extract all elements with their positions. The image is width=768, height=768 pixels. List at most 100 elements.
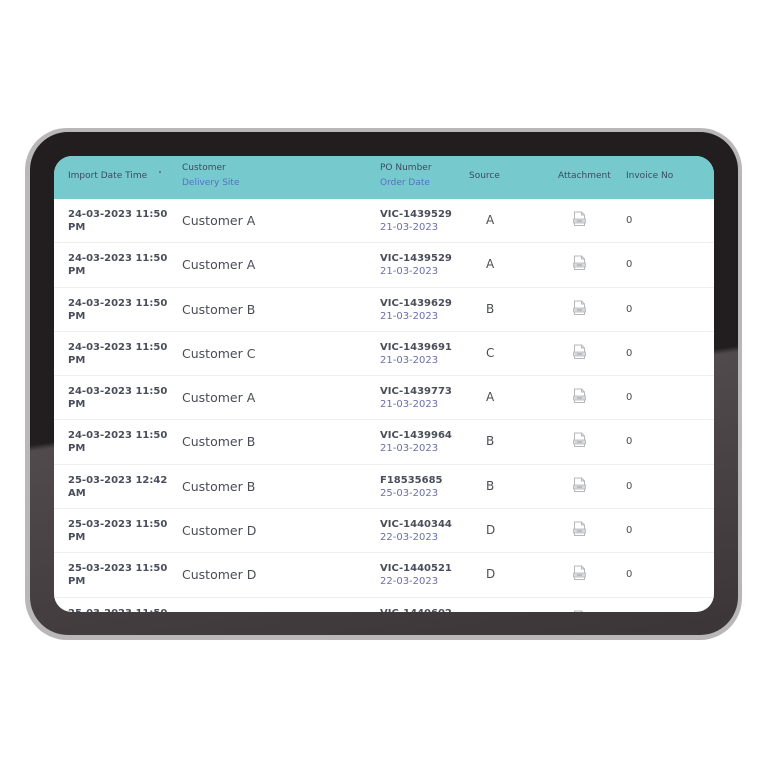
po-cell: F18535685 25-03-2023 xyxy=(380,474,443,500)
po-number[interactable]: VIC-1439773 xyxy=(380,385,452,398)
table-row[interactable]: 24-03-2023 11:50 PM Customer A VIC-14395… xyxy=(54,199,714,244)
table-row[interactable]: 25-03-2023 12:42 AM Customer B F18535685… xyxy=(54,465,714,510)
document-icon[interactable] xyxy=(572,344,587,360)
customer-cell: Customer B xyxy=(182,434,256,450)
column-header-label: Invoice No xyxy=(626,171,674,181)
po-number[interactable]: VIC-1440602 xyxy=(380,607,452,612)
table-row[interactable]: 25-03-2023 11:50 PM Customer D VIC-14403… xyxy=(54,509,714,554)
import-date-time-cell: 24-03-2023 11:50 PM xyxy=(68,297,168,322)
customer-cell: Customer C xyxy=(182,345,256,361)
source-cell: A xyxy=(486,257,495,272)
po-number[interactable]: VIC-1439964 xyxy=(380,429,452,442)
document-icon[interactable] xyxy=(572,211,587,227)
po-cell: VIC-1439773 21-03-2023 xyxy=(380,385,452,411)
po-cell: VIC-1439629 21-03-2023 xyxy=(380,297,452,323)
source-cell: D xyxy=(486,567,496,582)
source-cell: A xyxy=(486,390,495,405)
po-cell: VIC-1439529 21-03-2023 xyxy=(380,252,452,278)
document-icon[interactable] xyxy=(572,300,587,316)
column-header-source[interactable]: Source xyxy=(469,169,500,184)
table-row[interactable]: 24-03-2023 11:50 PM Customer B VIC-14396… xyxy=(54,288,714,332)
po-number[interactable]: VIC-1440521 xyxy=(380,562,452,575)
invoice-no-cell: 0 xyxy=(626,480,633,492)
document-icon[interactable] xyxy=(572,432,587,448)
column-header-sublabel: Delivery Site xyxy=(182,178,240,188)
import-date-time-cell: 25-03-2023 11:50 PM xyxy=(68,563,168,588)
table-row[interactable]: 24-03-2023 11:50 PM Customer C VIC-14396… xyxy=(54,332,714,377)
po-number[interactable]: VIC-1439691 xyxy=(380,341,452,354)
import-date-time-cell: 25-03-2023 12:42 AM xyxy=(68,474,168,499)
column-header-po-number[interactable]: PO Number Order Date xyxy=(380,161,432,191)
source-cell: C xyxy=(486,345,495,360)
table-body: 24-03-2023 11:50 PM Customer A VIC-14395… xyxy=(54,199,714,612)
order-date: 21-03-2023 xyxy=(380,354,439,366)
order-date: 21-03-2023 xyxy=(380,399,439,411)
document-icon[interactable] xyxy=(572,565,587,581)
document-icon[interactable] xyxy=(572,610,587,612)
sort-indicator-icon[interactable] xyxy=(159,171,161,173)
po-number[interactable]: F18535685 xyxy=(380,474,443,487)
invoice-no-cell: 0 xyxy=(626,392,633,404)
customer-cell: Customer B xyxy=(182,478,256,494)
source-cell: B xyxy=(486,301,495,316)
order-date: 21-03-2023 xyxy=(380,310,439,322)
customer-cell: Customer A xyxy=(182,257,256,273)
customer-cell: Customer D xyxy=(182,567,257,583)
table-header: Import Date Time Customer Delivery Site … xyxy=(54,156,714,199)
po-cell: VIC-1440602 xyxy=(380,607,452,612)
import-date-time-cell: 24-03-2023 11:50 PM xyxy=(68,253,168,278)
invoice-no-cell: 0 xyxy=(626,569,633,581)
invoice-no-cell: 0 xyxy=(626,436,633,448)
column-header-customer[interactable]: Customer Delivery Site xyxy=(182,161,240,191)
table-row[interactable]: 24-03-2023 11:50 PM Customer A VIC-14395… xyxy=(54,243,714,288)
document-icon[interactable] xyxy=(572,521,587,537)
import-date-time-cell: 24-03-2023 11:50 PM xyxy=(68,430,168,455)
source-cell: B xyxy=(486,478,495,493)
order-date: 22-03-2023 xyxy=(380,532,439,544)
table-row[interactable]: 25-03-2023 11:50 PM Customer D VIC-14405… xyxy=(54,553,714,598)
invoice-no-cell: 0 xyxy=(626,525,633,537)
import-date-time-cell: 24-03-2023 11:50 PM xyxy=(68,341,168,366)
invoice-no-cell: 0 xyxy=(626,215,633,226)
source-cell: B xyxy=(486,434,495,449)
po-number[interactable]: VIC-1439529 xyxy=(380,208,452,221)
invoice-no-cell: 0 xyxy=(626,259,633,271)
document-icon[interactable] xyxy=(572,255,587,271)
column-header-label: Import Date Time xyxy=(68,171,148,181)
column-header-label: Attachment xyxy=(558,171,611,181)
import-date-time-cell: 25-03-2023 11:50 xyxy=(68,607,168,612)
column-header-label: Customer xyxy=(182,163,226,173)
table-row[interactable]: 24-03-2023 11:50 PM Customer B VIC-14399… xyxy=(54,420,714,465)
order-date: 21-03-2023 xyxy=(380,266,439,278)
po-number[interactable]: VIC-1439529 xyxy=(380,252,452,265)
import-date-time-cell: 24-03-2023 11:50 PM xyxy=(68,209,168,233)
order-date: 22-03-2023 xyxy=(380,576,439,588)
import-date-time-cell: 24-03-2023 11:50 PM xyxy=(68,386,168,411)
source-cell: A xyxy=(486,213,495,227)
orders-table-screen: Import Date Time Customer Delivery Site … xyxy=(54,156,714,612)
table-row[interactable]: 24-03-2023 11:50 PM Customer A VIC-14397… xyxy=(54,376,714,421)
import-date-time-cell: 25-03-2023 11:50 PM xyxy=(68,519,168,544)
po-number[interactable]: VIC-1439629 xyxy=(380,297,452,310)
source-cell: D xyxy=(486,523,496,538)
po-number[interactable]: VIC-1440344 xyxy=(380,518,452,531)
column-header-label: Source xyxy=(469,171,500,181)
column-header-sublabel: Order Date xyxy=(380,178,430,188)
po-cell: VIC-1439529 21-03-2023 xyxy=(380,208,452,234)
order-date: 21-03-2023 xyxy=(380,222,439,233)
invoice-no-cell: 0 xyxy=(626,347,633,359)
table-row[interactable]: 25-03-2023 11:50 VIC-1440602 xyxy=(54,598,714,612)
po-cell: VIC-1440521 22-03-2023 xyxy=(380,562,452,588)
po-cell: VIC-1439964 21-03-2023 xyxy=(380,429,452,455)
invoice-no-cell: 0 xyxy=(626,303,633,315)
column-header-invoice-no[interactable]: Invoice No xyxy=(626,169,673,184)
customer-cell: Customer A xyxy=(182,390,256,406)
document-icon[interactable] xyxy=(572,477,587,493)
column-header-attachment[interactable]: Attachment xyxy=(558,169,611,184)
customer-cell: Customer A xyxy=(182,213,256,228)
document-icon[interactable] xyxy=(572,388,587,404)
column-header-import-date-time[interactable]: Import Date Time xyxy=(68,169,147,184)
order-date: 21-03-2023 xyxy=(380,443,439,455)
po-cell: VIC-1439691 21-03-2023 xyxy=(380,341,452,367)
po-cell: VIC-1440344 22-03-2023 xyxy=(380,518,452,544)
